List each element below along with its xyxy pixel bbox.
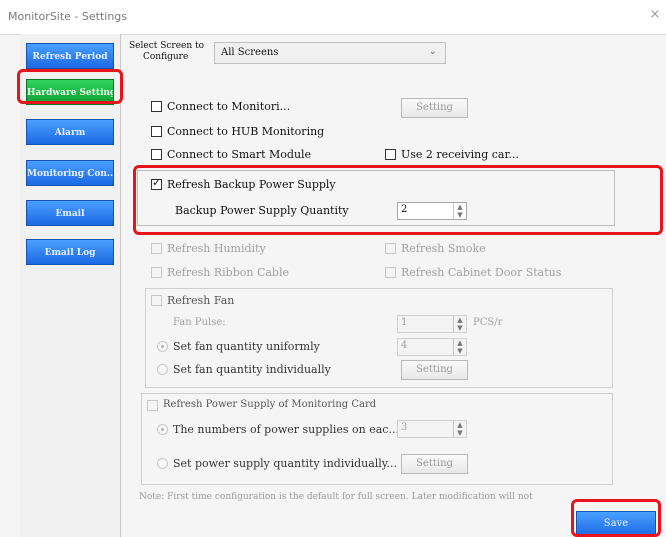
connect-monitoring-checkbox[interactable] [151,101,162,112]
configuration-note: Note: First time configuration is the de… [139,492,533,502]
power-individual-radio[interactable] [157,458,168,469]
spin-arrows-icon[interactable]: ▲ ▼ [453,316,466,332]
close-icon[interactable]: × [648,8,662,22]
backup-quantity-label: Backup Power Supply Quantity [175,204,349,217]
backup-quantity-value: 2 [401,204,408,215]
sidebar-item-monitoring-control[interactable]: Monitoring Con... [26,160,114,186]
refresh-ribbon-label: Refresh Ribbon Cable [167,266,289,279]
power-individual-label: Set power supply quantity individually..… [173,457,398,470]
connect-monitoring-label: Connect to Monitori... [167,100,291,113]
refresh-smoke-checkbox[interactable] [385,243,396,254]
power-numbers-radio[interactable] [157,424,168,435]
refresh-ribbon-checkbox[interactable] [151,267,162,278]
fan-setting-button[interactable]: Setting [401,360,468,380]
screen-select-value: All Screens [221,47,279,58]
fan-individual-label: Set fan quantity individually [173,363,331,376]
fan-uniform-radio[interactable] [157,341,168,352]
connect-smart-label: Connect to Smart Module [167,148,312,161]
sidebar-item-refresh-period[interactable]: Refresh Period [26,43,114,69]
title-bar: MonitorSite - Settings × [0,0,666,35]
fan-pulse-unit: PCS/r [473,317,503,328]
window-title: MonitorSite - Settings [8,10,128,23]
fan-uniform-label: Set fan quantity uniformly [173,340,320,353]
refresh-cabinet-door-checkbox[interactable] [385,267,396,278]
spin-arrows-icon[interactable]: ▲ ▼ [453,203,466,219]
power-setting-button[interactable]: Setting [401,454,468,474]
chevron-down-icon: ⌄ [428,46,437,57]
refresh-humidity-checkbox[interactable] [151,243,162,254]
refresh-fan-label: Refresh Fan [167,294,235,307]
select-screen-label-line1: Select Screen to [129,41,205,51]
power-card-label: Refresh Power Supply of Monitoring Card [163,399,377,410]
fan-individual-radio[interactable] [157,364,168,375]
refresh-cabinet-door-label: Refresh Cabinet Door Status [401,266,562,279]
save-button[interactable]: Save [576,511,656,537]
sidebar-item-alarm[interactable]: Alarm [26,119,114,145]
fan-pulse-value: 1 [401,317,408,328]
power-numbers-label: The numbers of power supplies on eac... [173,423,399,436]
connect-hub-checkbox[interactable] [151,126,162,137]
refresh-smoke-label: Refresh Smoke [401,242,486,255]
spin-arrows-icon[interactable]: ▲ ▼ [453,421,466,437]
screen-select[interactable]: All Screens ⌄ [214,42,446,64]
power-card-checkbox[interactable] [147,400,158,411]
power-numbers-spinbox[interactable]: 3 ▲ ▼ [397,420,467,438]
refresh-fan-checkbox[interactable] [151,295,162,306]
sidebar-item-hardware-settings[interactable]: Hardware Settings [26,79,114,105]
use-two-receiving-label: Use 2 receiving car... [401,148,519,161]
settings-panel: Select Screen to Configure All Screens ⌄… [121,34,666,537]
sidebar: Refresh Period Hardware Settings Alarm M… [20,34,121,537]
fan-pulse-spinbox[interactable]: 1 ▲ ▼ [397,315,467,333]
connect-monitoring-setting-button[interactable]: Setting [401,98,468,118]
connect-smart-checkbox[interactable] [151,149,162,160]
fan-uniform-spinbox[interactable]: 4 ▲ ▼ [397,338,467,356]
backup-power-checkbox[interactable] [151,176,162,190]
connect-hub-label: Connect to HUB Monitoring [167,125,325,138]
backup-power-label: Refresh Backup Power Supply [167,178,336,191]
select-screen-label-line2: Configure [143,52,189,62]
spin-arrows-icon[interactable]: ▲ ▼ [453,339,466,355]
settings-window: MonitorSite - Settings × Refresh Period … [0,0,666,537]
power-numbers-value: 3 [401,422,408,433]
sidebar-item-email[interactable]: Email [26,200,114,226]
backup-quantity-spinbox[interactable]: 2 ▲ ▼ [397,202,467,220]
use-two-receiving-checkbox[interactable] [385,149,396,160]
fan-pulse-label: Fan Pulse: [173,317,226,328]
refresh-humidity-label: Refresh Humidity [167,242,266,255]
sidebar-item-email-log[interactable]: Email Log [26,239,114,265]
fan-uniform-value: 4 [401,340,408,351]
